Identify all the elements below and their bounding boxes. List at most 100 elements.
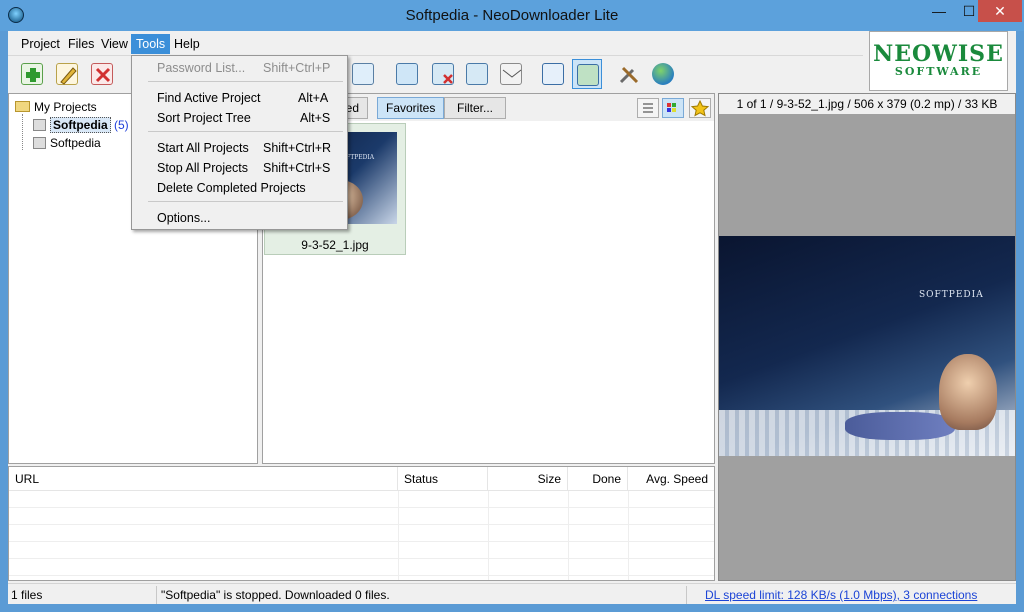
add-project-button[interactable] [17, 59, 47, 89]
fullscreen-image-button[interactable] [572, 59, 602, 89]
preview-body [845, 412, 955, 440]
status-separator [156, 586, 157, 604]
open-window-icon [542, 63, 564, 85]
menu-separator [148, 131, 343, 132]
download-list-header: URL Status Size Done Avg. Speed [9, 467, 714, 491]
email-button[interactable] [496, 59, 526, 89]
menu-item-stop-all-projects[interactable]: Stop All Projects Shift+Ctrl+S [132, 158, 347, 178]
filter-button[interactable]: Filter... [444, 97, 506, 119]
menu-item-shortcut: Alt+A [298, 91, 329, 105]
menu-item-shortcut: Shift+Ctrl+P [263, 61, 331, 75]
col-avg-speed[interactable]: Avg. Speed [628, 467, 714, 491]
image-view-button[interactable] [462, 59, 492, 89]
col-done[interactable]: Done [568, 467, 628, 491]
tools-menu-dropdown: Password List... Shift+Ctrl+P Find Activ… [131, 55, 348, 230]
image-preview-panel: 1 of 1 / 9-3-52_1.jpg / 506 x 379 (0.2 m… [718, 93, 1016, 581]
import-image-icon [396, 63, 418, 85]
project-paused-icon [33, 119, 46, 131]
col-url[interactable]: URL [9, 467, 398, 491]
menu-item-options[interactable]: Options... [132, 208, 347, 228]
menu-item-label: Find Active Project [157, 91, 261, 105]
menu-item-shortcut: Shift+Ctrl+R [263, 141, 332, 155]
tree-node-label: Softpedia [50, 136, 101, 150]
delete-project-icon [91, 63, 113, 85]
menu-item-delete-completed-projects[interactable]: Delete Completed Projects [132, 178, 347, 198]
menu-item-label: Stop All Projects [157, 161, 249, 175]
download-rows [9, 491, 714, 580]
preview-info: 1 of 1 / 9-3-52_1.jpg / 506 x 379 (0.2 m… [719, 94, 1015, 114]
tree-node-count: (5) [114, 118, 129, 132]
download-list[interactable]: URL Status Size Done Avg. Speed [8, 466, 715, 581]
col-status[interactable]: Status [398, 467, 488, 491]
email-icon [500, 63, 522, 85]
window-title: Softpedia - NeoDownloader Lite [405, 7, 619, 24]
menu-item-start-all-projects[interactable]: Start All Projects Shift+Ctrl+R [132, 138, 347, 158]
status-separator [686, 586, 687, 604]
menu-tools[interactable]: Tools [131, 34, 171, 54]
grid-line [628, 491, 629, 580]
preview-watermark: SOFTPEDIA [919, 290, 984, 300]
tree-node-softpedia-1[interactable]: Softpedia (5) [33, 116, 129, 134]
tree-root-label: My Projects [34, 100, 97, 114]
image-view-icon [466, 63, 488, 85]
folder-icon [15, 101, 30, 112]
open-window-button[interactable] [538, 59, 568, 89]
status-message: "Softpedia" is stopped. Downloaded 0 fil… [161, 588, 390, 602]
menu-item-password-list[interactable]: Password List... Shift+Ctrl+P [132, 58, 347, 78]
import-image-button[interactable] [392, 59, 422, 89]
thumbnail-caption: 9-3-52_1.jpg [301, 238, 369, 252]
menu-item-find-active-project[interactable]: Find Active Project Alt+A [132, 88, 347, 108]
web-globe-icon [652, 63, 674, 85]
thumbnail-view-icon [667, 103, 676, 112]
preview-figure [939, 354, 997, 430]
neowise-logo[interactable]: NEOWISE SOFTWARE [869, 31, 1008, 91]
menu-files[interactable]: Files [63, 34, 99, 54]
list-view-button[interactable] [637, 98, 659, 118]
menu-item-label: Delete Completed Projects [157, 181, 306, 195]
tools-icon [618, 63, 640, 85]
list-view-icon [643, 103, 653, 113]
picture-frame-button[interactable] [348, 59, 378, 89]
status-bar: 1 files "Softpedia" is stopped. Download… [8, 583, 1016, 604]
menu-item-shortcut: Shift+Ctrl+S [263, 161, 331, 175]
tree-node-label: Softpedia [50, 117, 111, 133]
minimize-button[interactable]: — [924, 0, 954, 22]
tree-node-softpedia-2[interactable]: Softpedia [33, 134, 101, 152]
speed-limit-link[interactable]: DL speed limit: 128 KB/s (1.0 Mbps), 3 c… [702, 587, 977, 603]
delete-project-button[interactable] [87, 59, 117, 89]
menu-bar: Project Files View Tools Help [8, 31, 863, 55]
preview-image[interactable]: SOFTPEDIA [719, 236, 1015, 456]
tab-favorites[interactable]: Favorites [377, 97, 445, 119]
menu-project[interactable]: Project [16, 34, 65, 54]
menu-help[interactable]: Help [169, 34, 205, 54]
menu-separator [148, 201, 343, 202]
app-window: Softpedia - NeoDownloader Lite — ☐ ✕ Pro… [0, 0, 1024, 612]
web-globe-button[interactable] [648, 59, 678, 89]
remove-image-icon [432, 63, 454, 85]
status-file-count: 1 files [11, 588, 43, 602]
menu-view[interactable]: View [96, 34, 133, 54]
menu-item-label: Options... [157, 211, 211, 225]
col-size[interactable]: Size [488, 467, 568, 491]
edit-project-icon [56, 63, 78, 85]
menu-item-shortcut: Alt+S [300, 111, 331, 125]
grid-line [488, 491, 489, 580]
title-bar[interactable]: Softpedia - NeoDownloader Lite — ☐ ✕ [0, 0, 1024, 31]
remove-image-button[interactable] [428, 59, 458, 89]
menu-item-label: Start All Projects [157, 141, 249, 155]
close-button[interactable]: ✕ [978, 0, 1022, 22]
add-project-icon [21, 63, 43, 85]
grid-line [398, 491, 399, 580]
menu-separator [148, 81, 343, 82]
logo-wordmark: NEOWISE [873, 41, 1004, 67]
star-icon [690, 99, 710, 117]
edit-project-button[interactable] [52, 59, 82, 89]
menu-item-label: Sort Project Tree [157, 111, 251, 125]
menu-item-label: Password List... [157, 61, 246, 75]
menu-item-sort-project-tree[interactable]: Sort Project Tree Alt+S [132, 108, 347, 128]
favorite-star-button[interactable] [689, 98, 711, 118]
grid-line [568, 491, 569, 580]
tools-button[interactable] [614, 59, 644, 89]
thumbnail-view-button[interactable] [662, 98, 684, 118]
picture-frame-icon [352, 63, 374, 85]
